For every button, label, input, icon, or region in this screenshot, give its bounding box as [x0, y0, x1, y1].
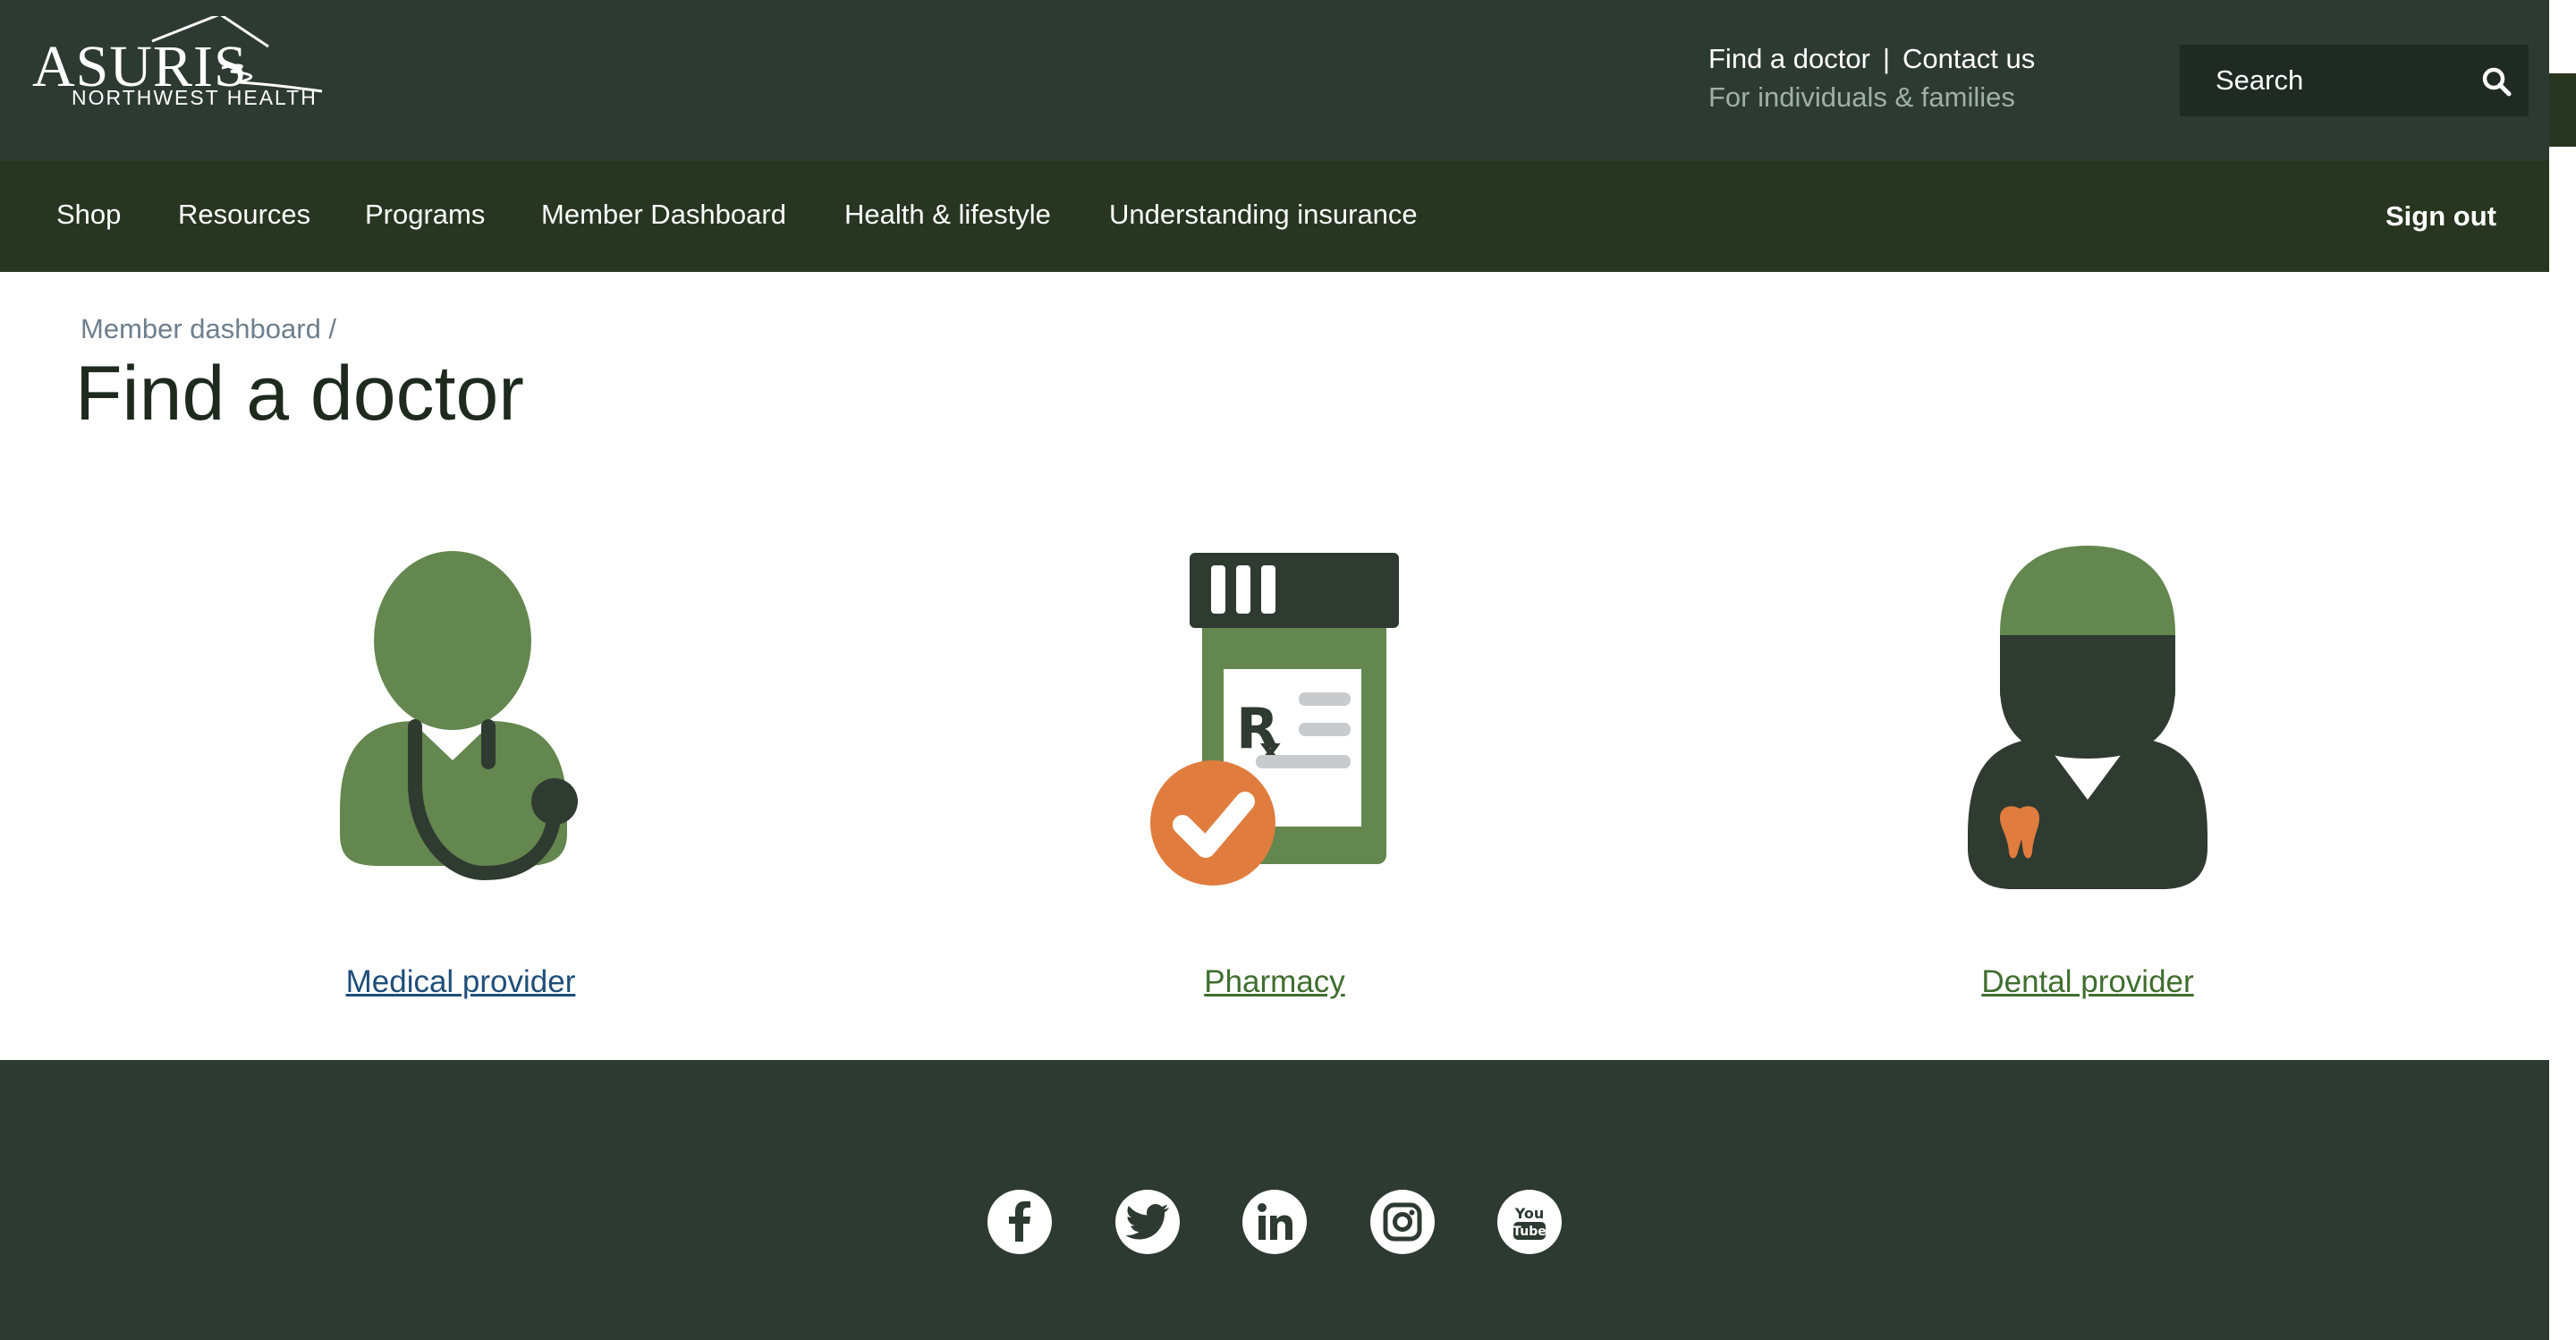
nav-item-shop[interactable]: Shop	[56, 200, 121, 228]
youtube-text-tube: Tube	[1513, 1225, 1546, 1239]
audience-selector[interactable]: For individuals & families	[1708, 83, 2015, 111]
edge-strip	[2549, 73, 2576, 147]
link-separator: |	[1882, 43, 1890, 74]
doctor-stethoscope-icon[interactable]	[336, 551, 585, 884]
sign-out-button[interactable]: Sign out	[2385, 202, 2496, 230]
search-input[interactable]: Search	[2180, 45, 2529, 116]
edge-strip	[2549, 0, 2576, 73]
youtube-icon[interactable]: You Tube	[1497, 1190, 1562, 1254]
page-title: Find a doctor	[75, 351, 524, 437]
instagram-icon[interactable]	[1370, 1190, 1435, 1254]
nav-item-understanding-insurance[interactable]: Understanding insurance	[1109, 200, 1418, 228]
pharmacy-rx-bottle-icon[interactable]: R x	[1148, 549, 1401, 889]
dental-provider-link[interactable]: Dental provider	[1981, 966, 2193, 997]
edge-strip	[2549, 147, 2576, 1340]
facebook-icon[interactable]	[987, 1190, 1052, 1254]
youtube-text-you: You	[1514, 1205, 1545, 1222]
nav-item-health-lifestyle[interactable]: Health & lifestyle	[844, 200, 1051, 228]
breadcrumb[interactable]: Member dashboard /	[80, 315, 336, 343]
find-doctor-link[interactable]: Find a doctor	[1708, 43, 1870, 74]
search-icon[interactable]	[2481, 66, 2512, 97]
medical-provider-link[interactable]: Medical provider	[346, 966, 576, 997]
contact-us-link[interactable]: Contact us	[1902, 43, 2035, 74]
nav-item-member-dashboard[interactable]: Member Dashboard	[541, 200, 786, 228]
utility-links: Find a doctor | Contact us	[1708, 45, 2035, 72]
linkedin-icon[interactable]	[1242, 1190, 1307, 1254]
nav-item-programs[interactable]: Programs	[365, 200, 485, 228]
logo-subtitle: NORTHWEST HEALTH	[72, 86, 318, 109]
main-navigation: Shop Resources Programs Member Dashboard…	[0, 161, 2549, 272]
nav-item-resources[interactable]: Resources	[178, 200, 310, 228]
site-header	[0, 0, 2549, 161]
dentist-tooth-icon[interactable]	[1964, 544, 2211, 895]
twitter-icon[interactable]	[1115, 1190, 1180, 1254]
pharmacy-link[interactable]: Pharmacy	[1204, 966, 1345, 997]
asuris-logo[interactable]: ASURIS NORTHWEST HEALTH	[27, 16, 331, 114]
